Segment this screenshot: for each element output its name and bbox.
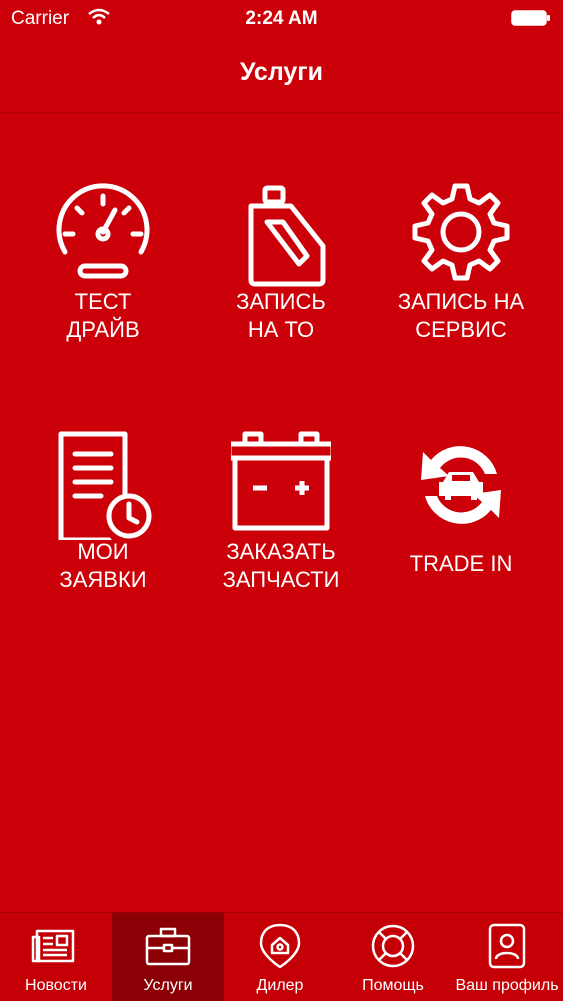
service-maintenance[interactable]: ЗАПИСЬ НА ТО <box>187 130 375 380</box>
service-label: МОИ ЗАЯВКИ <box>59 539 147 592</box>
briefcase-icon <box>145 927 191 966</box>
tab-bar: Новости Услуги Дилер Помощь Ваш профиль <box>0 912 563 1001</box>
car-battery-icon <box>231 431 331 531</box>
dealer-location-icon <box>259 923 301 969</box>
newspaper-icon <box>31 929 75 963</box>
tab-dealer[interactable]: Дилер <box>224 913 336 1001</box>
service-label: ЗАПИСЬ НА ТО <box>236 289 326 342</box>
tab-services[interactable]: Услуги <box>112 913 224 1001</box>
battery-icon <box>511 10 550 26</box>
service-order-parts[interactable]: ЗАКАЗАТЬ ЗАПЧАСТИ <box>187 380 375 630</box>
service-label: ТЕСТ ДРАЙВ <box>66 289 140 342</box>
service-label: TRADE IN <box>409 551 513 576</box>
tab-label: Ваш профиль <box>455 977 559 994</box>
tab-label: Дилер <box>256 977 304 994</box>
service-test-drive[interactable]: ТЕСТ ДРАЙВ <box>9 130 197 380</box>
document-clock-icon <box>58 431 152 540</box>
nav-divider <box>0 112 563 113</box>
lifebuoy-icon <box>371 924 415 968</box>
car-exchange-icon <box>421 446 501 524</box>
service-booking[interactable]: ЗАПИСЬ НА СЕРВИС <box>367 130 555 380</box>
tab-label: Новости <box>25 977 87 994</box>
status-time: 2:24 AM <box>245 8 318 29</box>
oil-canister-icon <box>248 185 326 287</box>
service-label: ЗАПИСЬ НА СЕРВИС <box>397 289 525 342</box>
service-trade-in[interactable]: TRADE IN <box>367 380 555 630</box>
service-my-requests[interactable]: МОИ ЗАЯВКИ <box>9 380 197 630</box>
profile-card-icon <box>488 923 526 969</box>
tab-label: Помощь <box>362 977 424 994</box>
service-label: ЗАКАЗАТЬ ЗАПЧАСТИ <box>222 539 340 592</box>
tab-help[interactable]: Помощь <box>337 913 449 1001</box>
gear-icon <box>412 183 510 281</box>
status-bar: Carrier 2:24 AM <box>0 0 563 38</box>
tab-profile[interactable]: Ваш профиль <box>451 913 563 1001</box>
tab-news[interactable]: Новости <box>0 913 112 1001</box>
page-title: Услуги <box>239 58 324 86</box>
tab-label: Услуги <box>143 977 193 994</box>
speedometer-icon <box>56 183 150 279</box>
